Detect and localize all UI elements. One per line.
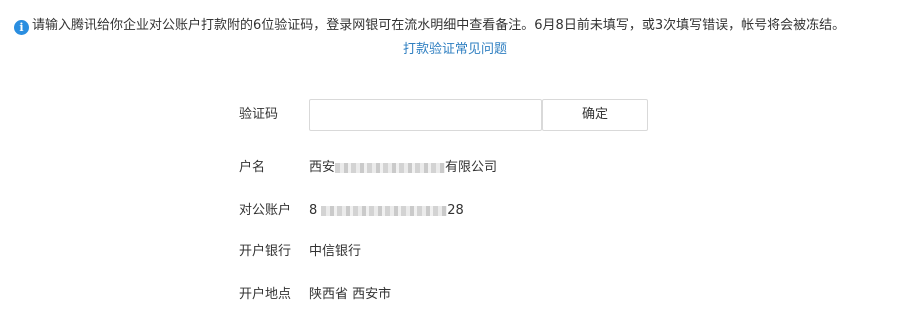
bank-label: 开户银行 <box>239 244 292 259</box>
verification-code-input[interactable] <box>309 99 542 131</box>
account-number-value: 8 28 <box>309 195 464 227</box>
notice-text: 请输入腾讯给你企业对公账户打款附的6位验证码，登录网银可在流水明细中查看备注。6… <box>32 18 846 33</box>
account-name-prefix: 西安 <box>309 160 336 175</box>
account-name-value: 西安 有限公司 <box>309 152 497 184</box>
faq-link[interactable]: 打款验证常见问题 <box>0 38 910 57</box>
verification-code-label: 验证码 <box>239 107 279 122</box>
account-name-label: 户名 <box>239 160 266 175</box>
bank-value: 中信银行 <box>309 244 362 259</box>
account-name-suffix: 有限公司 <box>445 160 498 175</box>
confirm-button[interactable]: 确定 <box>542 99 648 131</box>
location-label: 开户地点 <box>239 287 292 302</box>
account-number-prefix: 8 <box>309 203 318 218</box>
verification-notice: i 请输入腾讯给你企业对公账户打款附的6位验证码，登录网银可在流水明细中查看备注。… <box>14 16 904 36</box>
account-number-suffix: 28 <box>447 203 464 218</box>
account-number-label: 对公账户 <box>239 203 292 218</box>
location-value: 陕西省 西安市 <box>309 287 392 302</box>
account-number-mask <box>321 205 448 216</box>
info-icon: i <box>14 20 29 35</box>
account-name-mask <box>335 162 446 173</box>
